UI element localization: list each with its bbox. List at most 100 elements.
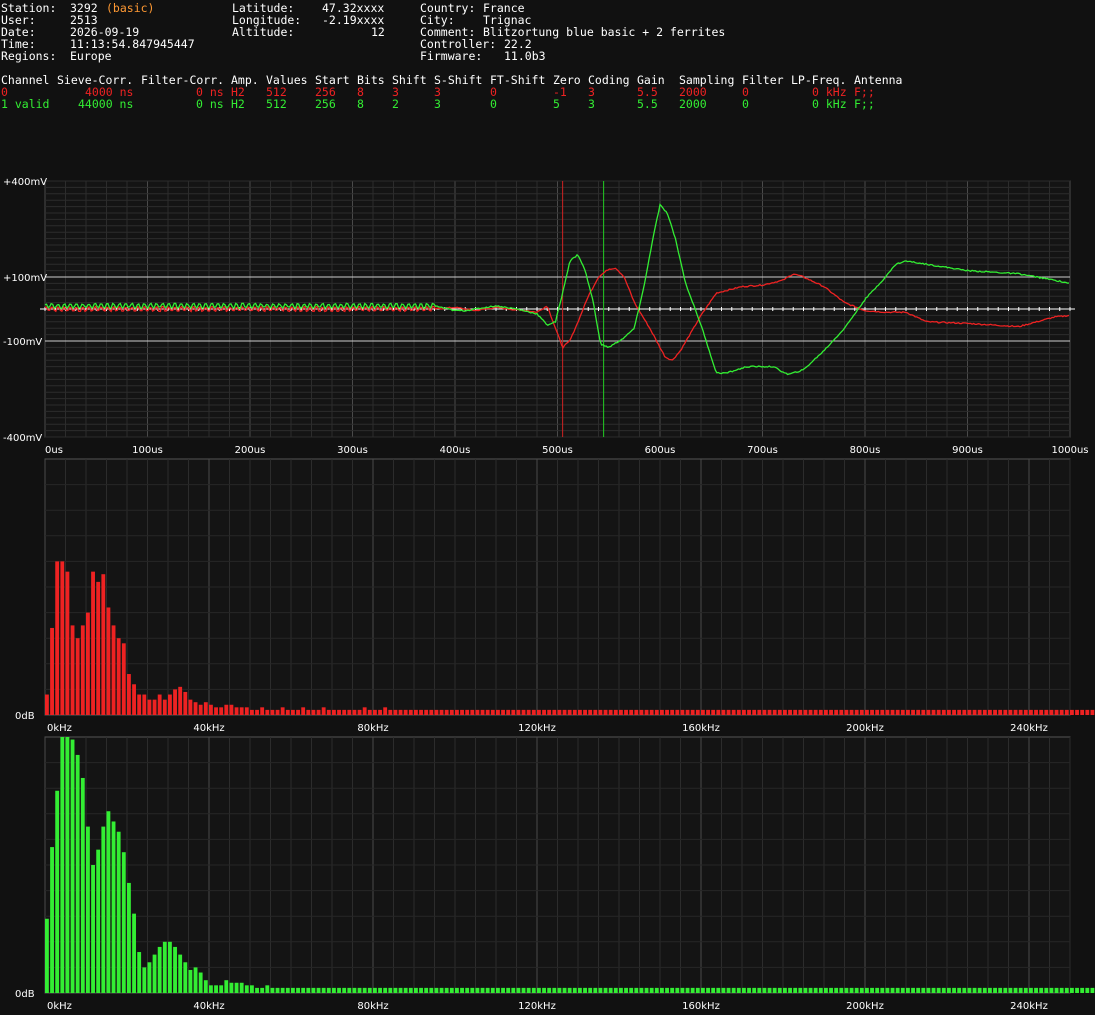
spectrum-bar [675, 709, 680, 715]
spectrum-bar [875, 987, 880, 993]
spectrum-bar [270, 709, 275, 715]
spectrum-bar [193, 702, 198, 715]
spectrum-bar [603, 987, 608, 993]
spectrum-bar [583, 709, 587, 715]
spectrum-bar [393, 987, 398, 993]
spectrum-bar [665, 709, 669, 715]
spectrum-bar [306, 709, 311, 715]
spectrum-bar [111, 625, 116, 715]
spectrum-bar [198, 704, 203, 715]
spectrum-bar [701, 987, 705, 993]
spectrum-bar [613, 987, 618, 993]
spectrum-bar [239, 707, 244, 715]
spectrum-bar [654, 987, 659, 993]
spectrum-bar [70, 739, 75, 993]
spectrum-bar [695, 709, 700, 715]
spectrum-bar [649, 709, 654, 715]
spectrum-bar [168, 694, 172, 715]
spectrum-bar [537, 709, 541, 715]
spectrum-bar [998, 987, 1003, 993]
spectrum-bar [890, 987, 895, 993]
spectrum-bar [506, 709, 511, 715]
spectrum-bar [152, 699, 157, 715]
spectrum-bar [219, 985, 224, 993]
x-tick-label: 500us [542, 445, 573, 456]
spectrum-bar [844, 987, 849, 993]
spectrum-bar [865, 709, 869, 715]
spectrum-bar [111, 821, 116, 993]
spectrum-bar [280, 707, 285, 715]
spectrum-bar [424, 709, 429, 715]
spectrum-bar [142, 967, 147, 993]
spectrum-bar [121, 643, 126, 715]
spectrum-bar [900, 987, 905, 993]
spectrum-bar [1029, 709, 1033, 715]
spectrum-bar [275, 709, 280, 715]
spectrum-bar [91, 571, 95, 715]
spectrum-bar [475, 709, 480, 715]
spectrum-bar [301, 987, 306, 993]
spectrum-bar [993, 709, 997, 715]
spectrum-bar [521, 709, 526, 715]
spectrum-bar [321, 707, 326, 715]
spectrum-bar [383, 987, 388, 993]
spectrum-bar [608, 709, 613, 715]
spectrum-bar [96, 581, 101, 715]
spectrum-bar [736, 987, 741, 993]
spectrum-bar [337, 987, 341, 993]
spectrum-bar [137, 952, 142, 993]
spectrum-bar [1044, 987, 1049, 993]
spectrum-bar [813, 987, 818, 993]
spectrum-bar [465, 987, 470, 993]
spectrum-bar [998, 709, 1003, 715]
spectrum-bar [1013, 987, 1018, 993]
spectrum-bar [885, 987, 890, 993]
spectrum-bar [496, 987, 500, 993]
spectrum-bar [342, 987, 347, 993]
spectrum-bar [911, 987, 915, 993]
spectrum-bar [870, 709, 874, 715]
spectrum-bar [767, 987, 772, 993]
spectrum-bar [1023, 709, 1028, 715]
spectrum-bar [690, 987, 695, 993]
spectrum-bar [716, 709, 721, 715]
spectrum-bar [75, 638, 80, 715]
spectrum-bar [619, 987, 623, 993]
spectrum-bar [941, 709, 946, 715]
spectrum-bar [342, 709, 347, 715]
spectrum-bar [65, 737, 70, 993]
spectrum-bar [736, 709, 741, 715]
spectrum-bar [1075, 709, 1079, 715]
spectrum-bar [1075, 987, 1079, 993]
spectrum-bar [803, 709, 808, 715]
spectrum-bar [721, 987, 726, 993]
spectrum-bar [762, 709, 767, 715]
spectrum-bar [55, 561, 60, 715]
spectrum-bar [157, 946, 162, 993]
spectrum-bar [86, 612, 90, 715]
spectrum-bar [244, 707, 249, 715]
spectrum-bar [783, 987, 787, 993]
spectrum-bar [1070, 709, 1074, 715]
spectrum-chart-channel-0: 0dB 0kHz 40kHz 80kHz 120kHz 160kHz 200kHz 240kH… [15, 458, 1095, 734]
spectrum-bar [603, 709, 608, 715]
spectrum-bar [818, 987, 823, 993]
x-tick-label: 400us [440, 445, 471, 456]
spectrum-bar [1003, 709, 1008, 715]
spectrum-bar [403, 987, 408, 993]
spectrum-bar [137, 694, 142, 715]
spectrum-bar [588, 709, 593, 715]
spectrum-bar [890, 709, 895, 715]
spectrum-bar [906, 709, 910, 715]
spectrum-bar [511, 987, 516, 993]
spectrum-bar [183, 962, 188, 993]
spectrum-bar [993, 987, 997, 993]
spectrum-bar [521, 987, 526, 993]
spectrum-bar [1085, 987, 1090, 993]
signal-chart: +400mV +100mV -100mV -400mV0us 100us 200us 300… [3, 177, 1089, 456]
spectrum-bar [542, 987, 546, 993]
spectrum-bar [859, 709, 864, 715]
spectrum-bar [1003, 987, 1008, 993]
spectrum-bar [706, 987, 710, 993]
spectrum-bar [75, 754, 80, 993]
